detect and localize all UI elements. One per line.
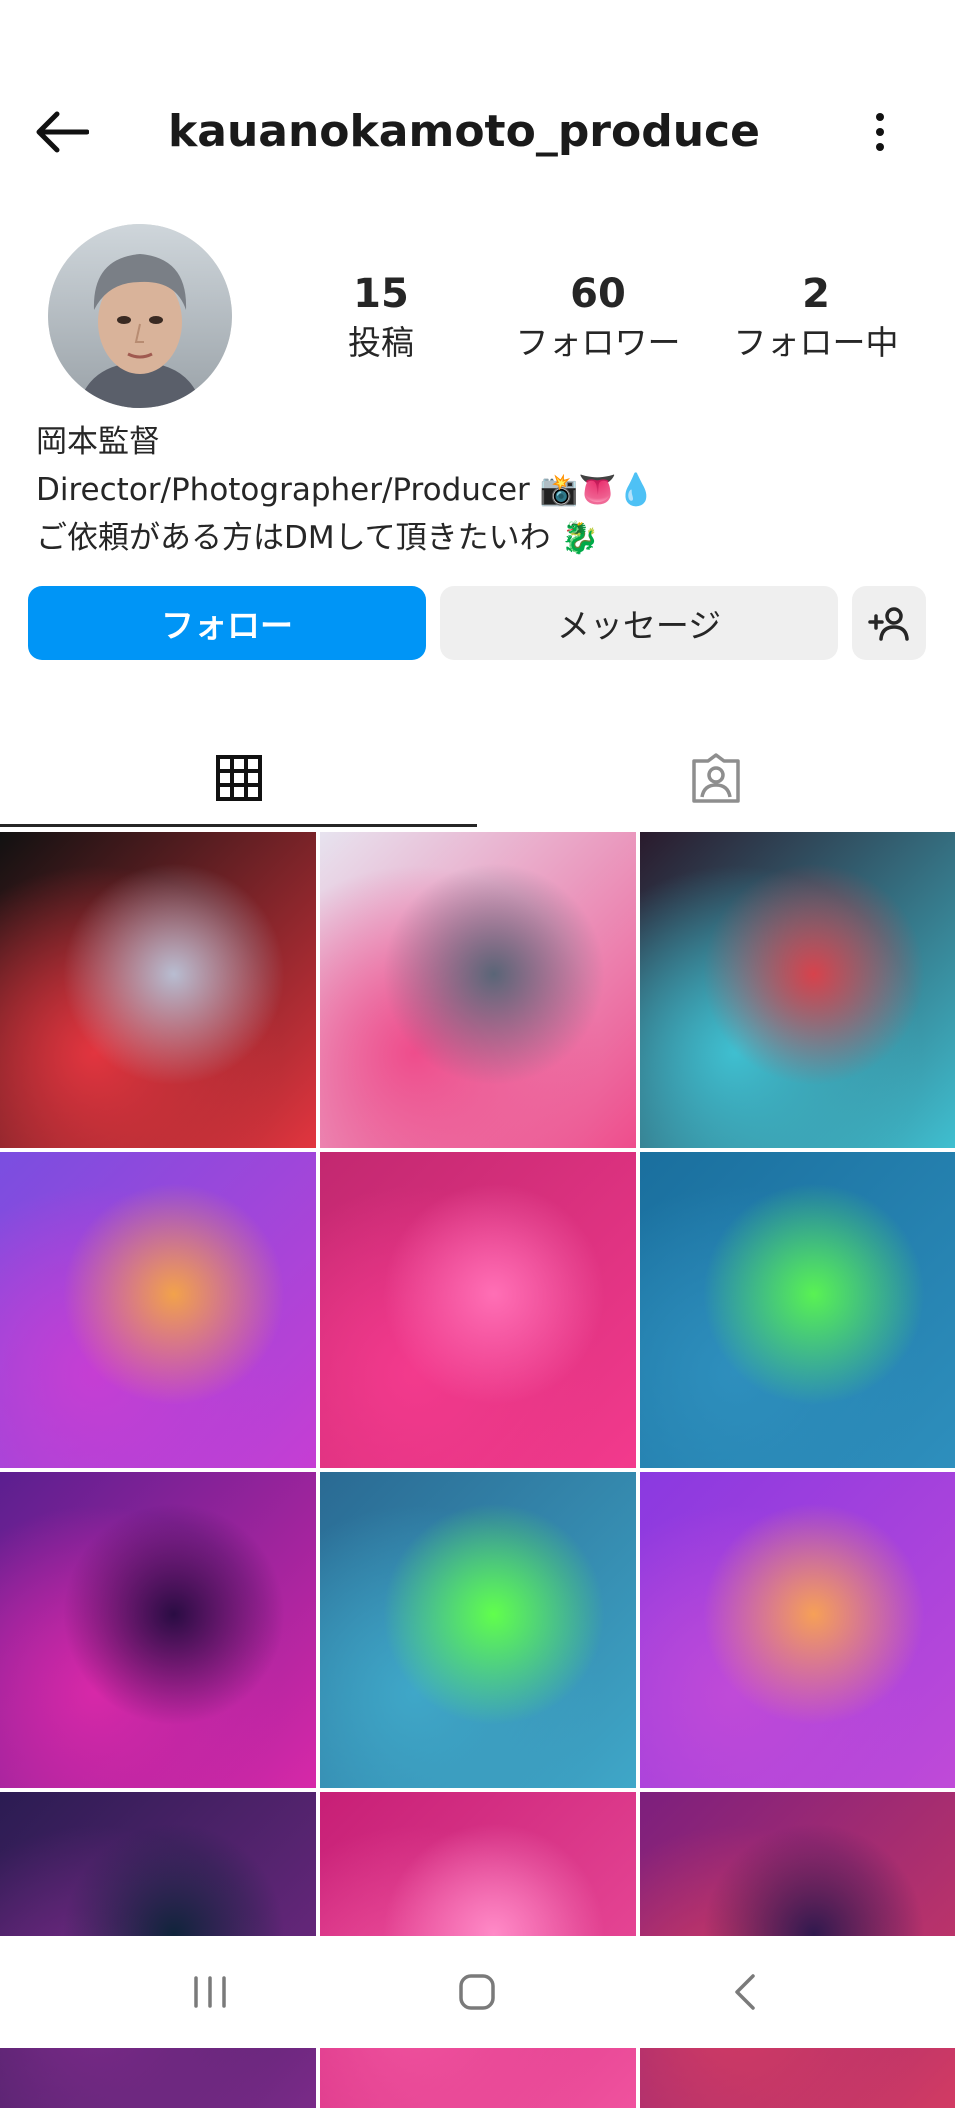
- bio-line-2: ご依頼がある方はDMして頂きたいわ 🐉: [36, 514, 655, 562]
- post-thumbnail[interactable]: [0, 1152, 316, 1468]
- add-person-icon: [868, 607, 909, 641]
- followers-label: フォロワー: [515, 323, 681, 362]
- bio-line-1-emoji: 📸👅💧: [539, 472, 656, 508]
- back-icon: [735, 1974, 755, 2010]
- follow-button[interactable]: フォロー: [28, 586, 426, 660]
- grid-icon: [215, 755, 262, 801]
- followers-count: 60: [570, 271, 626, 317]
- arrow-left-icon: [36, 111, 89, 153]
- profile-tabs: [0, 728, 955, 828]
- post-thumbnail[interactable]: [320, 832, 636, 1148]
- suggested-accounts-button[interactable]: [852, 586, 926, 660]
- recent-apps-icon: [194, 1976, 226, 2008]
- post-thumbnail[interactable]: [640, 1472, 955, 1788]
- home-button[interactable]: [437, 1956, 517, 2028]
- back-button[interactable]: [30, 100, 94, 164]
- tagged-person-icon: [691, 753, 740, 803]
- post-thumbnail[interactable]: [0, 1472, 316, 1788]
- post-thumbnail[interactable]: [320, 1152, 636, 1468]
- more-options-button[interactable]: [860, 100, 900, 164]
- post-thumbnail[interactable]: [640, 832, 955, 1148]
- post-thumbnail[interactable]: [320, 1472, 636, 1788]
- home-icon: [459, 1974, 495, 2010]
- username-title: kauanokamoto_produce: [168, 106, 760, 157]
- tab-tagged[interactable]: [477, 728, 954, 828]
- bio-line-1: Director/Photographer/Producer 📸👅💧: [36, 466, 655, 514]
- posts-label: 投稿: [348, 323, 414, 362]
- post-thumbnail[interactable]: [640, 1152, 955, 1468]
- following-count: 2: [802, 271, 830, 317]
- post-thumbnail[interactable]: [0, 832, 316, 1148]
- bio-line-2-emoji: 🐉: [560, 520, 600, 556]
- bio-line-2-text: ご依頼がある方はDMして頂きたいわ: [36, 520, 551, 556]
- profile-avatar[interactable]: [48, 224, 232, 408]
- avatar-portrait-image: [48, 224, 232, 408]
- recent-apps-button[interactable]: [170, 1956, 250, 2028]
- bio-line-1-text: Director/Photographer/Producer: [36, 472, 530, 508]
- following-label: フォロー中: [733, 323, 899, 362]
- tab-posts-grid[interactable]: [0, 728, 477, 828]
- active-tab-indicator: [0, 824, 477, 827]
- profile-header: kauanokamoto_produce: [0, 0, 955, 190]
- display-name: 岡本監督: [36, 424, 160, 460]
- profile-bio: 岡本監督 Director/Photographer/Producer 📸👅💧 …: [36, 418, 655, 562]
- system-nav-bar: [0, 1936, 955, 2048]
- posts-count: 15: [353, 271, 409, 317]
- message-button[interactable]: メッセージ: [440, 586, 838, 660]
- posts-stat[interactable]: 15 投稿: [281, 268, 481, 366]
- following-stat[interactable]: 2 フォロー中: [716, 268, 916, 366]
- more-vertical-icon: [876, 113, 884, 151]
- system-back-button[interactable]: [705, 1956, 785, 2028]
- followers-stat[interactable]: 60 フォロワー: [498, 268, 698, 366]
